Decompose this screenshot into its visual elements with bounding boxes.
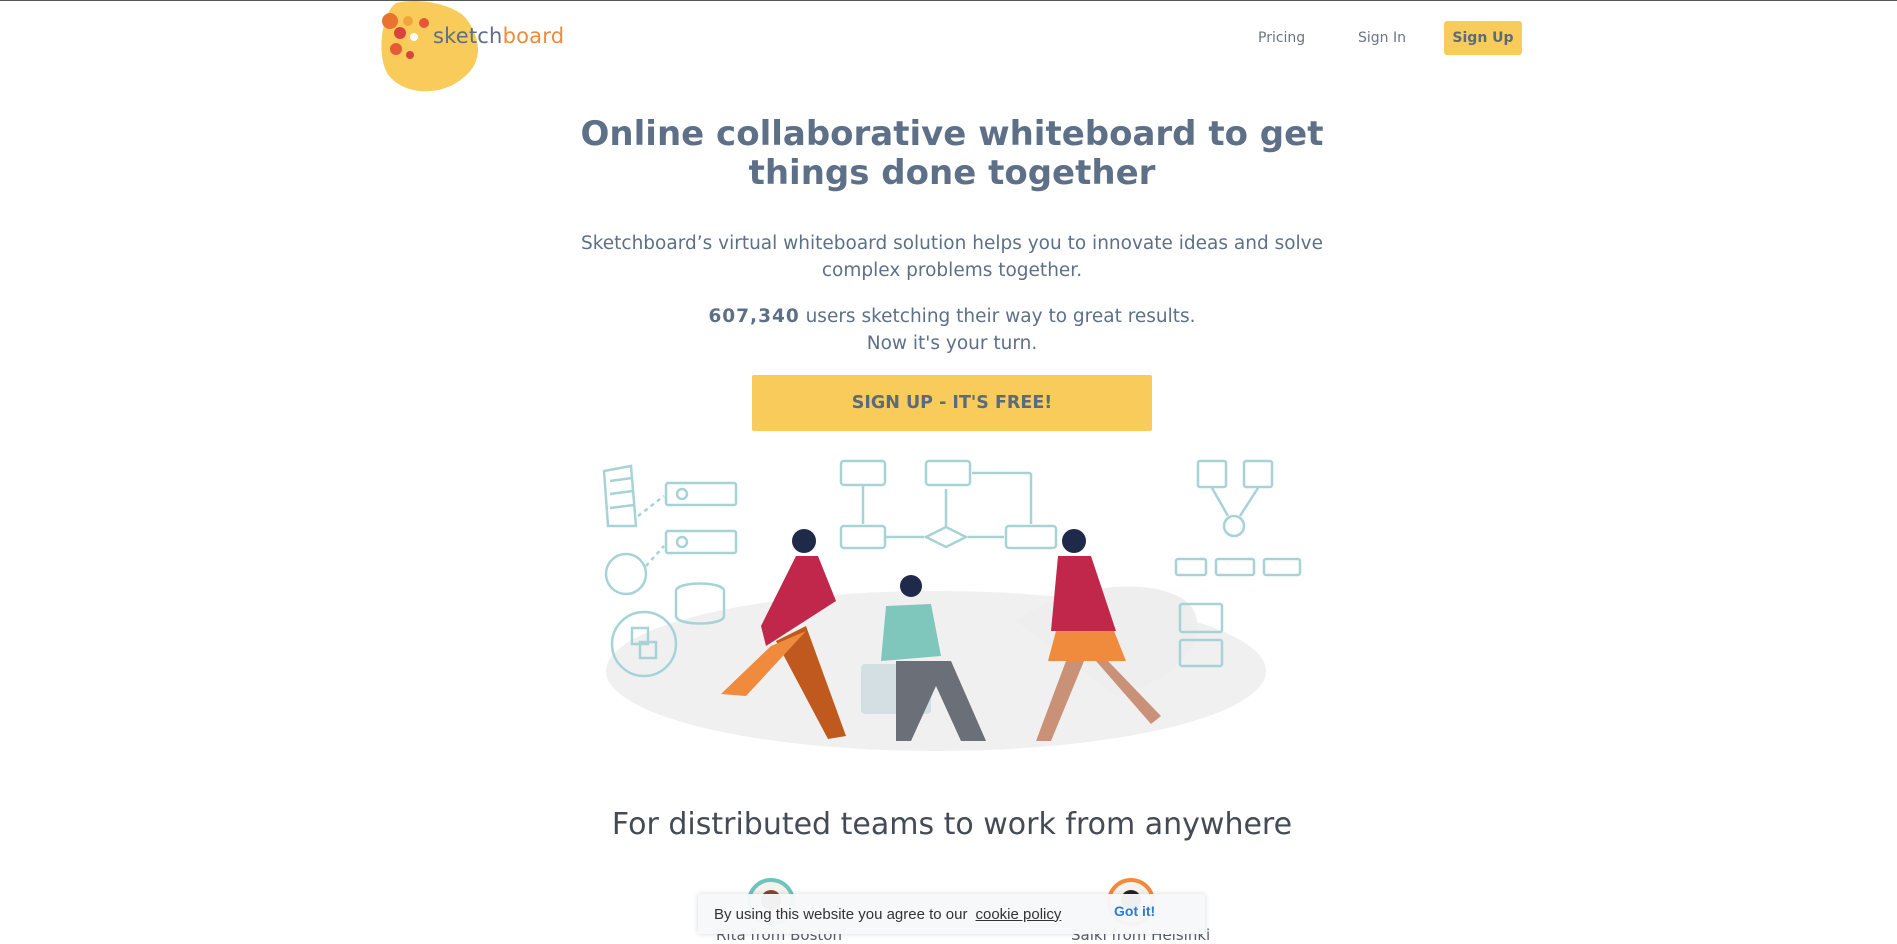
users-text: users sketching their way to great resul… bbox=[799, 306, 1196, 327]
signup-free-button[interactable]: SIGN UP - IT'S FREE! bbox=[752, 375, 1152, 431]
hero-title-line2: things done together bbox=[748, 153, 1156, 193]
logo-text[interactable]: sketchboard bbox=[433, 24, 564, 48]
hero-title: Online collaborative whiteboard to get t… bbox=[570, 115, 1334, 193]
logo-text-board: board bbox=[502, 24, 565, 48]
cookie-accept-button[interactable]: Got it! bbox=[1114, 903, 1155, 919]
collaboration-illustration bbox=[602, 459, 1302, 751]
logo-text-sketch: sketch bbox=[433, 24, 503, 48]
nav-pricing-link[interactable]: Pricing bbox=[1258, 21, 1305, 55]
nav-sign-up-button[interactable]: Sign Up bbox=[1444, 21, 1522, 55]
nav-sign-in-link[interactable]: Sign In bbox=[1358, 21, 1406, 55]
user-count: 607,340 bbox=[708, 306, 800, 327]
cookie-text: By using this website you agree to our bbox=[714, 905, 968, 923]
hero-title-line1: Online collaborative whiteboard to get bbox=[580, 114, 1324, 154]
hero-subtitle: Sketchboard’s virtual whiteboard solutio… bbox=[570, 230, 1334, 284]
cookie-banner: By using this website you agree to our c… bbox=[698, 894, 1205, 934]
cookie-policy-link[interactable]: cookie policy bbox=[975, 906, 1061, 923]
section-title: For distributed teams to work from anywh… bbox=[611, 807, 1293, 842]
turn-text: Now it's your turn. bbox=[866, 333, 1038, 354]
hero-subtitle-line1: Sketchboard’s virtual whiteboard solutio… bbox=[580, 233, 1324, 254]
user-stats: 607,340 users sketching their way to gre… bbox=[570, 303, 1334, 357]
hero-subtitle-line2: complex problems together. bbox=[821, 260, 1083, 281]
flowchart-sketch bbox=[839, 459, 1058, 550]
